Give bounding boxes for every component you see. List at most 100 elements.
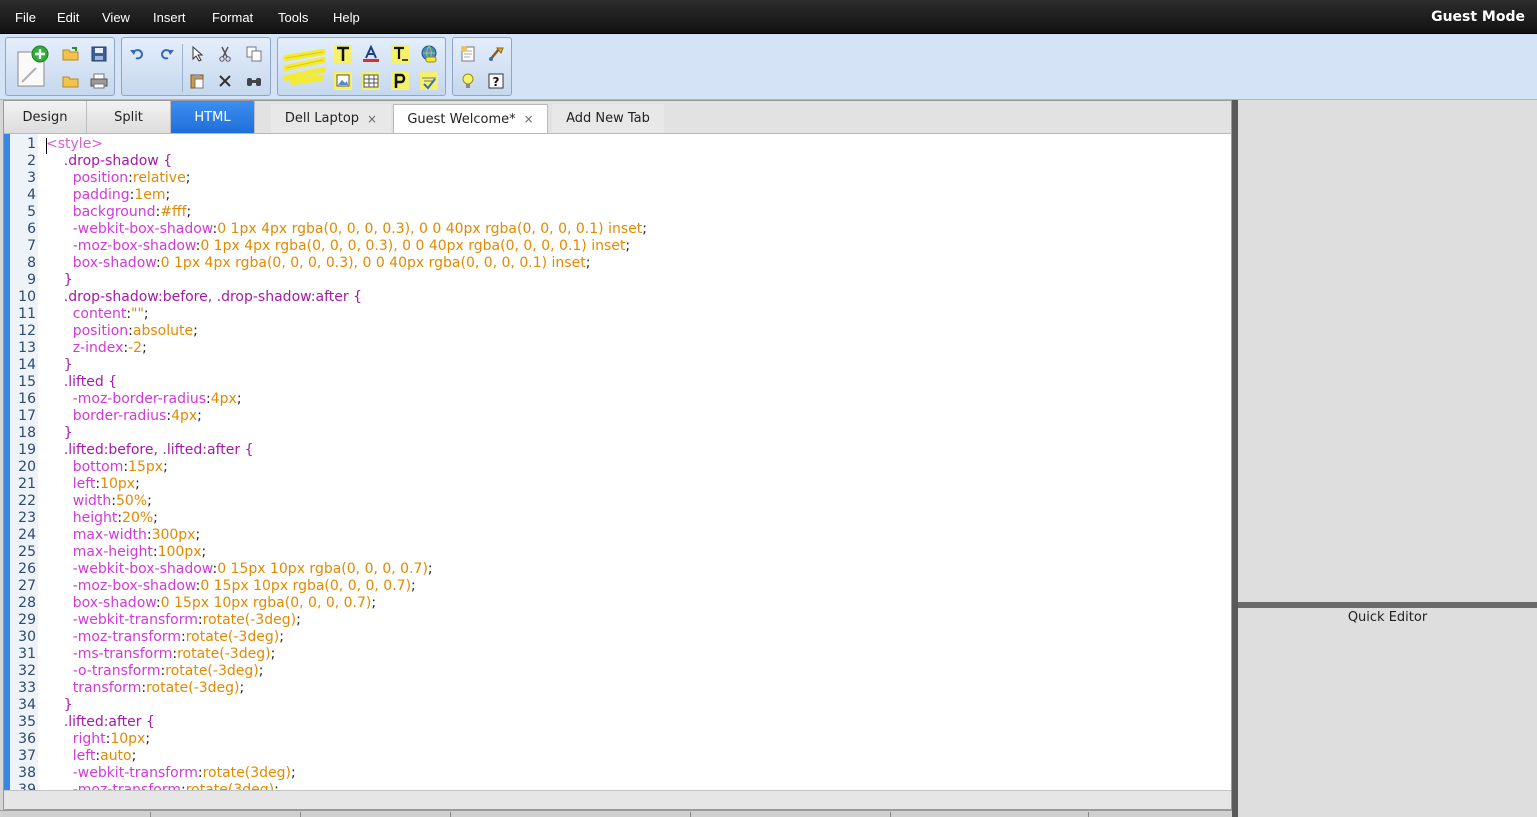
clean-icon[interactable]: [485, 43, 507, 65]
menu-view[interactable]: View: [102, 10, 130, 25]
file-toolbar-group: [5, 37, 115, 96]
line-number: 34: [18, 697, 36, 713]
code-line: left:auto;: [46, 748, 137, 764]
code-token: width: [46, 493, 112, 509]
code-token: ;: [201, 544, 207, 560]
copy-icon[interactable]: [243, 43, 265, 65]
highlight-icon[interactable]: [283, 48, 327, 86]
code-token: absolute: [132, 323, 194, 339]
code-line: -webkit-box-shadow:0 15px 10px rgba(0, 0…: [46, 561, 433, 577]
menu-file[interactable]: File: [15, 10, 36, 25]
code-line: background:#fff;: [46, 204, 192, 220]
close-icon[interactable]: ×: [367, 112, 377, 126]
tip-icon[interactable]: [457, 70, 479, 92]
line-number: 27: [18, 578, 36, 594]
link-icon[interactable]: [418, 43, 440, 65]
code-token: max-width: [46, 527, 147, 543]
redo-icon[interactable]: [156, 43, 178, 65]
quick-editor-title: Quick Editor: [1347, 610, 1428, 625]
properties-icon[interactable]: [457, 43, 479, 65]
text-icon[interactable]: [332, 43, 354, 65]
find-icon[interactable]: [243, 70, 265, 92]
spellcheck-icon[interactable]: [418, 70, 440, 92]
menu-help[interactable]: Help: [333, 10, 360, 25]
code-line: -moz-box-shadow:0 1px 4px rgba(0, 0, 0, …: [46, 238, 630, 254]
horizontal-scrollbar[interactable]: [4, 790, 1231, 809]
mode-label: Guest Mode: [1431, 9, 1525, 25]
line-number: 8: [27, 255, 36, 271]
code-token: relative: [132, 170, 186, 186]
code-token: rotate(-3deg): [146, 680, 240, 696]
code-line: .lifted {: [46, 374, 117, 390]
line-number: 16: [18, 391, 36, 407]
code-token: -2: [128, 340, 143, 356]
code-token: 50%: [116, 493, 148, 509]
line-number: 13: [18, 340, 36, 356]
code-line: }: [46, 357, 73, 373]
code-line: border-radius:4px;: [46, 408, 202, 424]
save-icon[interactable]: [88, 43, 110, 65]
code-line: -moz-transform:rotate(-3deg);: [46, 629, 284, 645]
code-token: 0 15px 10px rgba(0, 0, 0, 0.7): [217, 561, 428, 577]
code-line: max-width:300px;: [46, 527, 201, 543]
code-token: {: [108, 374, 118, 390]
paste-icon[interactable]: [186, 70, 208, 92]
code-token: <style>: [46, 136, 104, 152]
status-separator: [150, 812, 151, 817]
tab-design[interactable]: Design: [4, 101, 87, 133]
help-icon[interactable]: ?: [485, 70, 507, 92]
code-token: -moz-transform: [46, 782, 181, 790]
code-token: ;: [270, 646, 276, 662]
tab-split[interactable]: Split: [87, 101, 171, 133]
code-token: ;: [135, 476, 140, 492]
code-token: ;: [185, 170, 191, 186]
image-icon[interactable]: [332, 70, 354, 92]
code-token: -moz-box-shadow: [46, 238, 196, 254]
doc-tab-dell-laptop[interactable]: Dell Laptop ×: [271, 104, 391, 133]
code-token: right: [46, 731, 106, 747]
delete-icon[interactable]: [214, 70, 236, 92]
line-number: 22: [18, 493, 36, 509]
code-token: auto: [100, 748, 132, 764]
table-icon[interactable]: [360, 70, 382, 92]
code-line: -webkit-transform:rotate(3deg);: [46, 765, 296, 781]
code-token: ;: [131, 748, 137, 764]
tab-html[interactable]: HTML: [171, 101, 255, 133]
code-line: box-shadow:0 15px 10px rgba(0, 0, 0, 0.7…: [46, 595, 376, 611]
new-document-icon[interactable]: [14, 44, 50, 90]
code-token: #fff: [160, 204, 187, 220]
code-line: .drop-shadow {: [46, 153, 172, 169]
code-editor[interactable]: 1 2 3 4 5 6 7 8 9 10 11 12 13 14 15 16 17 18 19 20 21 22 23 24 2…: [4, 134, 1231, 790]
code-token: 0 1px 4px rgba(0, 0, 0, 0.3), 0 0 40px r…: [160, 255, 586, 271]
text-format-icon[interactable]: [389, 43, 411, 65]
paragraph-icon[interactable]: [389, 70, 411, 92]
print-icon[interactable]: [88, 70, 110, 92]
code-line: -moz-box-shadow:0 15px 10px rgba(0, 0, 0…: [46, 578, 416, 594]
menu-edit[interactable]: Edit: [57, 10, 79, 25]
code-token: {: [163, 153, 173, 169]
code-line: height:20%;: [46, 510, 158, 526]
select-icon[interactable]: [186, 43, 208, 65]
line-number: 17: [18, 408, 36, 424]
menu-tools[interactable]: Tools: [278, 10, 308, 25]
open-folder-icon[interactable]: [60, 43, 82, 65]
code-token: rotate(3deg): [185, 782, 275, 790]
cut-icon[interactable]: [214, 43, 236, 65]
code-line: max-height:100px;: [46, 544, 207, 560]
close-icon[interactable]: ×: [524, 112, 534, 126]
code-token: 4px: [171, 408, 198, 424]
undo-icon[interactable]: [126, 43, 148, 65]
code-token: 0 15px 10px rgba(0, 0, 0, 0.7): [200, 578, 412, 594]
code-line: box-shadow:0 1px 4px rgba(0, 0, 0, 0.3),…: [46, 255, 591, 271]
code-token: ;: [642, 221, 647, 237]
code-token: 4px: [210, 391, 237, 407]
menu-format[interactable]: Format: [212, 10, 253, 25]
folder-icon[interactable]: [60, 70, 82, 92]
font-color-icon[interactable]: [360, 43, 382, 65]
code-token: rotate(-3deg): [165, 663, 259, 679]
menu-insert[interactable]: Insert: [153, 10, 186, 25]
add-new-tab[interactable]: Add New Tab: [552, 104, 664, 133]
code-line: }: [46, 272, 73, 288]
code-line: -o-transform:rotate(-3deg);: [46, 663, 264, 679]
doc-tab-guest-welcome[interactable]: Guest Welcome* ×: [393, 104, 548, 133]
